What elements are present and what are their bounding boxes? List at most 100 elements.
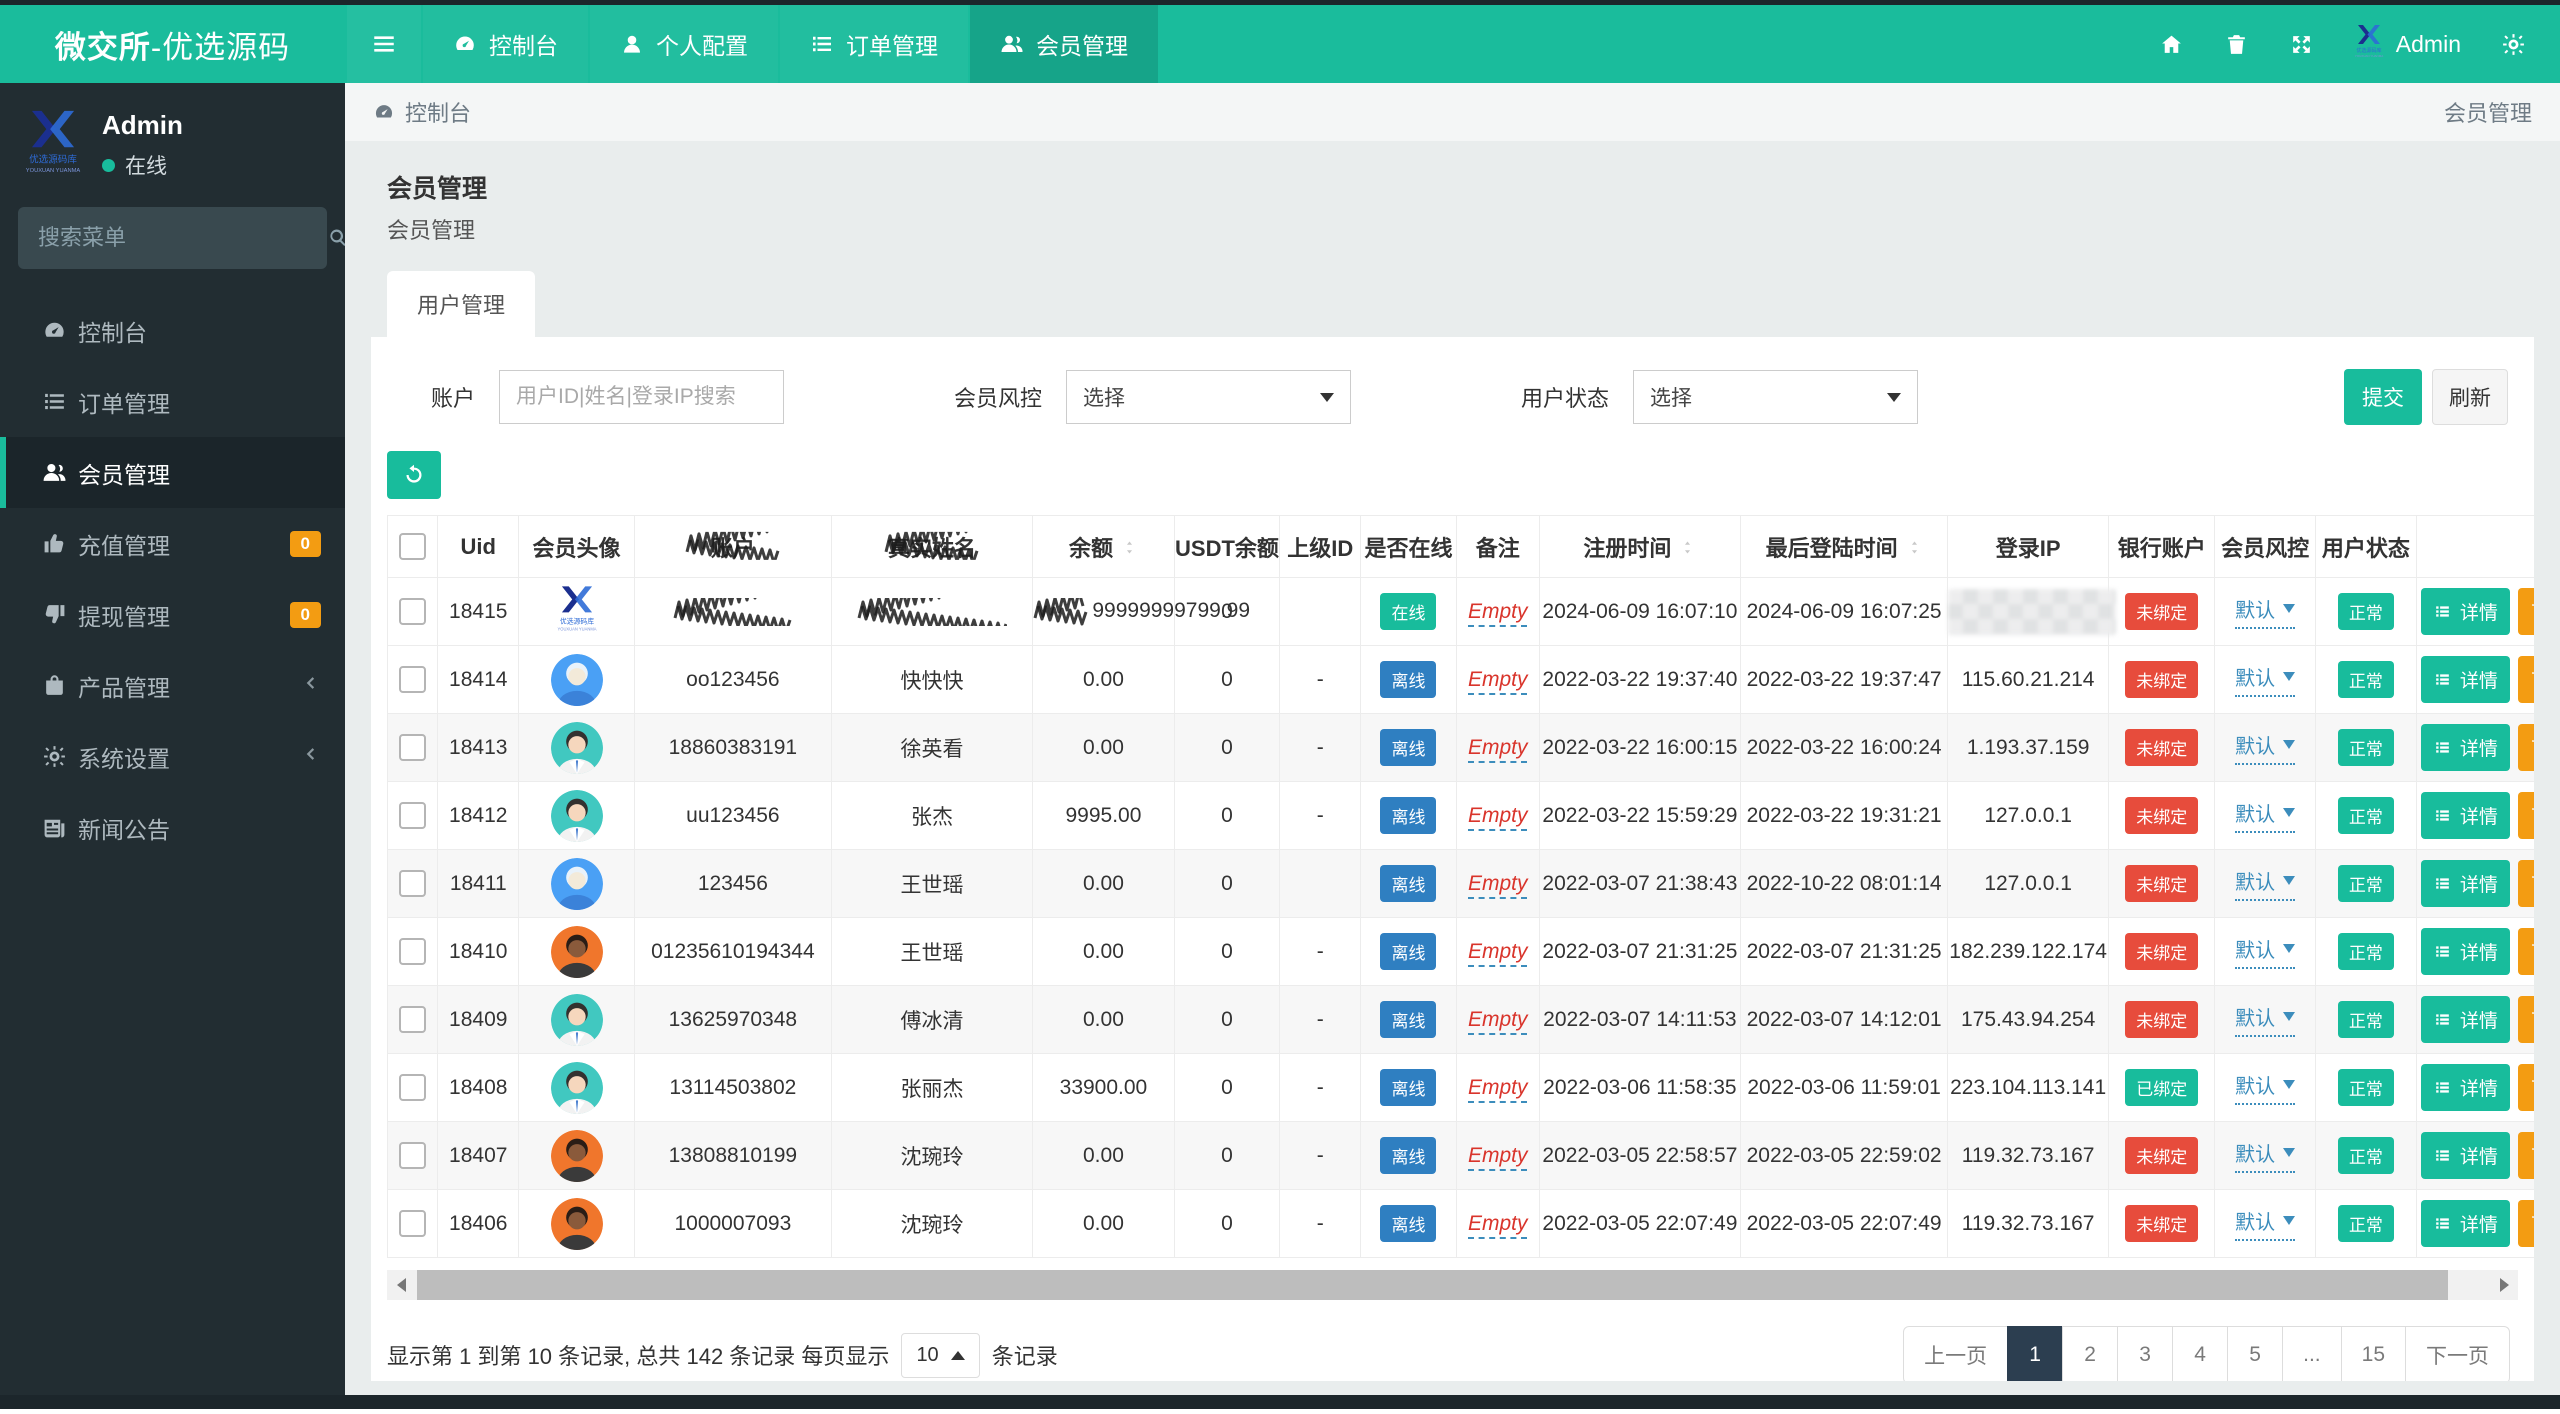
status-select[interactable]: 选择 [1633, 370, 1919, 424]
row-checkbox[interactable] [399, 598, 427, 625]
detail-button[interactable]: 详情 [2420, 1132, 2510, 1179]
select-all-checkbox[interactable] [399, 533, 427, 561]
refresh-button[interactable]: 刷新 [2432, 369, 2508, 425]
row-checkbox[interactable] [399, 802, 427, 829]
remark-link[interactable]: Empty [1467, 803, 1528, 831]
breadcrumb-left[interactable]: 控制台 [373, 96, 471, 128]
row-checkbox[interactable] [399, 666, 427, 693]
pagination-ellipsis[interactable]: ... [2282, 1326, 2342, 1381]
scroll-left-arrow[interactable] [387, 1270, 415, 1300]
detail-button[interactable]: 详情 [2420, 656, 2510, 703]
secondary-action-button[interactable]: 分 [2517, 1064, 2534, 1111]
remark-link[interactable]: Empty [1467, 599, 1528, 627]
column-header-余额[interactable]: 余额 [1032, 515, 1175, 578]
fullscreen-button[interactable] [2269, 5, 2334, 83]
pagination-page-15[interactable]: 15 [2340, 1326, 2406, 1381]
pagination-prev[interactable]: 上一页 [1903, 1326, 2009, 1381]
svg-text:优选源码库: 优选源码库 [559, 616, 593, 625]
detail-button[interactable]: 详情 [2420, 588, 2510, 635]
column-header-最后登陆时间[interactable]: 最后登陆时间 [1740, 515, 1948, 578]
nav-item-个人配置[interactable]: 个人配置 [590, 5, 778, 83]
remark-link[interactable]: Empty [1467, 1075, 1528, 1103]
detail-button[interactable]: 详情 [2420, 792, 2510, 839]
secondary-action-button[interactable]: 分 [2517, 588, 2534, 635]
remark-link[interactable]: Empty [1467, 735, 1528, 763]
remark-link[interactable]: Empty [1467, 1211, 1528, 1239]
sidebar-item-会员管理[interactable]: 会员管理 [0, 437, 345, 508]
pagination-page-2[interactable]: 2 [2062, 1326, 2119, 1381]
secondary-action-button[interactable]: 分 [2517, 860, 2534, 907]
remark-link[interactable]: Empty [1467, 1007, 1528, 1035]
secondary-action-button[interactable]: 分 [2517, 996, 2534, 1043]
column-header-注册时间[interactable]: 注册时间 [1538, 515, 1742, 578]
sidebar-item-新闻公告[interactable]: 新闻公告 [0, 792, 345, 863]
remark-link[interactable]: Empty [1467, 871, 1528, 899]
horizontal-scrollbar[interactable] [387, 1270, 2518, 1300]
tab-user-management[interactable]: 用户管理 [387, 271, 536, 337]
pagination-next[interactable]: 下一页 [2405, 1326, 2510, 1381]
risk-dropdown[interactable]: 默认 [2235, 1002, 2296, 1037]
sidebar-item-充值管理[interactable]: 充值管理 0 [0, 508, 345, 579]
search-input[interactable] [38, 225, 326, 251]
nav-item-控制台[interactable]: 控制台 [423, 5, 588, 83]
settings-button[interactable] [2481, 5, 2546, 83]
detail-button[interactable]: 详情 [2420, 860, 2510, 907]
detail-button[interactable]: 详情 [2420, 1200, 2510, 1247]
nav-item-订单管理[interactable]: 订单管理 [780, 5, 968, 83]
sidebar-item-订单管理[interactable]: 订单管理 [0, 366, 345, 437]
risk-dropdown[interactable]: 默认 [2235, 1206, 2296, 1241]
sidebar-toggle-button[interactable] [347, 5, 421, 83]
sort-icon[interactable] [1121, 541, 1138, 560]
brand[interactable]: 微交所 -优选源码 [0, 5, 345, 83]
sort-icon[interactable] [1679, 541, 1696, 560]
admin-menu[interactable]: 优选源码库 YOUXUAN YUANMA Admin [2334, 5, 2481, 83]
secondary-action-button[interactable]: 分 [2517, 1132, 2534, 1179]
row-checkbox[interactable] [399, 1210, 427, 1237]
submit-button[interactable]: 提交 [2344, 369, 2422, 425]
secondary-action-button[interactable]: 分 [2517, 928, 2534, 975]
row-checkbox[interactable] [399, 1006, 427, 1033]
sidebar-item-系统设置[interactable]: 系统设置 [0, 721, 345, 792]
pagination-page-5[interactable]: 5 [2227, 1326, 2284, 1381]
sidebar-item-控制台[interactable]: 控制台 [0, 295, 345, 366]
risk-dropdown[interactable]: 默认 [2235, 934, 2296, 969]
page-size-select[interactable]: 10 [901, 1332, 980, 1378]
row-checkbox[interactable] [399, 870, 427, 897]
detail-button[interactable]: 详情 [2420, 928, 2510, 975]
secondary-action-button[interactable]: 分 [2517, 724, 2534, 771]
detail-button[interactable]: 详情 [2420, 1064, 2510, 1111]
detail-button[interactable]: 详情 [2420, 724, 2510, 771]
pagination-page-4[interactable]: 4 [2172, 1326, 2229, 1381]
remark-link[interactable]: Empty [1467, 939, 1528, 967]
risk-dropdown[interactable]: 默认 [2235, 798, 2296, 833]
row-checkbox[interactable] [399, 734, 427, 761]
trash-button[interactable] [2204, 5, 2269, 83]
secondary-action-button[interactable]: 分 [2517, 792, 2534, 839]
sidebar-item-产品管理[interactable]: 产品管理 [0, 650, 345, 721]
remark-link[interactable]: Empty [1467, 1143, 1528, 1171]
nav-item-会员管理[interactable]: 会员管理 [970, 5, 1158, 83]
home-button[interactable] [2139, 5, 2204, 83]
risk-dropdown[interactable]: 默认 [2235, 662, 2296, 697]
risk-dropdown[interactable]: 默认 [2235, 1138, 2296, 1173]
row-checkbox[interactable] [399, 938, 427, 965]
row-checkbox[interactable] [399, 1142, 427, 1169]
risk-dropdown[interactable]: 默认 [2235, 1070, 2296, 1105]
risk-dropdown[interactable]: 默认 [2235, 730, 2296, 765]
scrollbar-thumb[interactable] [417, 1270, 2448, 1300]
secondary-action-button[interactable]: 分 [2517, 656, 2534, 703]
remark-link[interactable]: Empty [1467, 667, 1528, 695]
row-checkbox[interactable] [399, 1074, 427, 1101]
account-search-input[interactable] [499, 370, 785, 424]
secondary-action-button[interactable]: 分 [2517, 1200, 2534, 1247]
sidebar-item-提现管理[interactable]: 提现管理 0 [0, 579, 345, 650]
detail-button[interactable]: 详情 [2420, 996, 2510, 1043]
risk-dropdown[interactable]: 默认 [2235, 866, 2296, 901]
reload-table-button[interactable] [387, 451, 441, 499]
sort-icon[interactable] [1906, 541, 1923, 560]
risk-select[interactable]: 选择 [1066, 370, 1352, 424]
pagination-page-3[interactable]: 3 [2117, 1326, 2174, 1381]
scroll-right-arrow[interactable] [2490, 1270, 2518, 1300]
pagination-page-1[interactable]: 1 [2007, 1326, 2064, 1381]
risk-dropdown[interactable]: 默认 [2235, 594, 2296, 629]
